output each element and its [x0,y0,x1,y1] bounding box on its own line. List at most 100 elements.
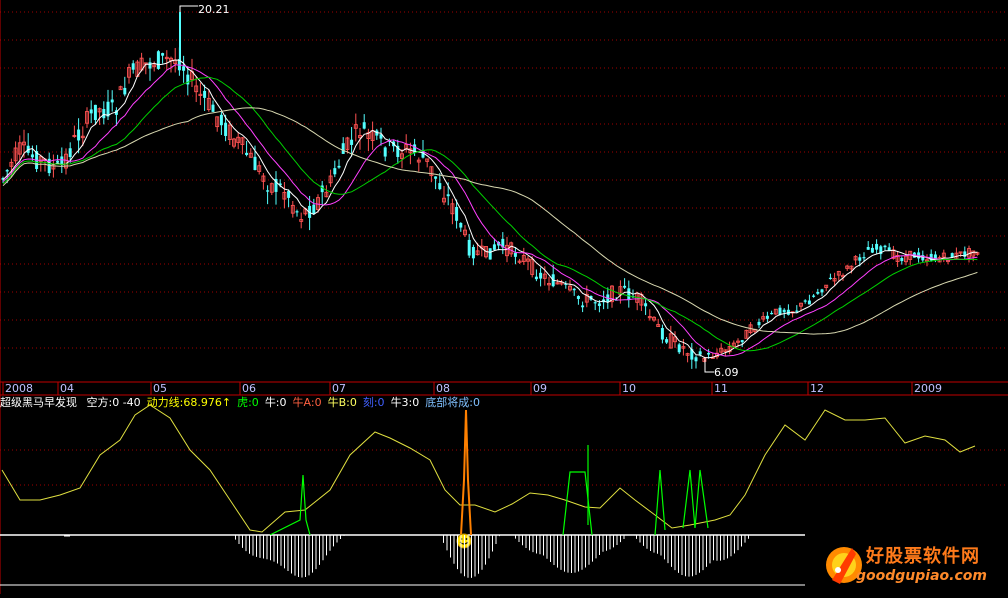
candle-body [93,104,97,121]
candle-body [534,276,538,280]
stock-chart-window: 20.21 6.09 2008 04 05 06 07 08 09 10 11 12 2009 超级… [0,0,1008,594]
candle-body [156,51,160,69]
candle-body [89,109,93,114]
candle-body [803,300,807,302]
candle-body [858,257,862,261]
candle-body [467,239,471,256]
indicator-value-5: 牛B:0 [327,396,357,409]
candle-body [807,300,811,305]
indicator-value-8: 底部将成:0 [425,396,480,409]
candle-body [778,307,782,315]
power-line [1,404,976,533]
candle-body [816,291,820,294]
candle-body [488,248,492,260]
bull-signal-pulse [654,469,666,536]
candle-body [576,296,580,299]
top-status-strip [0,0,1008,3]
candlestick-series [1,5,980,373]
candle-body [597,303,601,306]
watermark-brand-text: 好股票软件网 [866,546,980,567]
axis-label-3: 06 [242,382,256,395]
candle-body [459,222,463,228]
candle-body [224,122,228,136]
site-watermark: 好股票软件网 goodgupiao.com [822,536,1008,594]
candle-body [471,246,475,259]
candle-body [795,310,799,312]
candle-body [623,285,627,288]
candle-body [341,143,345,154]
high-pointer [179,5,198,12]
time-axis [0,0,1008,594]
candle-body [757,321,761,326]
ma-long-line [2,76,978,352]
candle-body [627,288,631,300]
candle-body [266,190,270,192]
candle-body [362,122,366,129]
candle-body [333,168,337,175]
candle-body [707,352,711,355]
candle-body [698,351,702,355]
axis-label-7: 10 [622,382,636,395]
candle-body [30,154,34,158]
indicator-values: 空方:0 -40 动力线:68.976↑ 虎:0 牛:0 牛A:0 牛B:0 刻:0 牛3:0… [87,396,486,409]
candle-body [581,305,585,308]
axis-label-6: 09 [533,382,547,395]
candle-body [434,176,438,179]
candle-body [68,148,72,158]
candle-body [110,99,114,103]
indicator-value-4: 牛A:0 [292,396,322,409]
axis-label-8: 11 [714,382,728,395]
candle-body [350,139,354,145]
chart-canvas[interactable] [0,0,1008,594]
candle-body [60,156,64,165]
candle-body [56,160,60,163]
candle-body [455,207,459,221]
ma-short-line [2,59,978,359]
indicator-title-bar: 超级黑马早发现 空方:0 -40 动力线:68.976↑ 虎:0 牛:0 牛A:0 牛B:… [0,396,492,410]
candle-body [887,247,891,251]
candle-body [875,243,879,250]
candle-body [862,257,866,259]
candle-body [77,129,81,141]
candle-body [182,66,186,71]
candle-body [593,302,597,304]
ma-mid-line [2,64,978,357]
low-price-marker: 6.09 [714,366,739,379]
axis-label-0: 2008 [5,382,33,395]
candle-body [812,295,816,297]
candle-body [782,309,786,313]
candle-body [131,63,135,70]
indicator-value-3: 牛:0 [264,396,287,409]
candle-body [446,194,450,197]
bull-signal-pulse [269,474,311,536]
candle-body [765,315,769,319]
candle-body [383,147,387,157]
axis-label-10: 2009 [914,382,942,395]
smiley-eye [465,538,468,540]
candle-body [5,170,9,172]
candle-body [770,312,774,315]
candle-body [665,339,669,343]
candle-body [870,247,874,253]
candle-body [866,246,870,250]
axis-label-4: 07 [332,382,346,395]
spike-signal [460,409,472,536]
candle-body [438,183,442,190]
watermark-url-text: goodgupiao.com [856,568,987,584]
bull-signal-pulse [682,469,709,529]
candle-body [828,277,832,279]
candle-body [148,62,152,69]
moving-average-lines [2,59,978,359]
candle-body [740,340,744,343]
candle-body [644,303,648,307]
candle-body [677,344,681,353]
candle-body [253,156,257,171]
candle-body [572,288,576,291]
candle-body [312,204,316,214]
candle-body [203,90,207,98]
candle-body [219,114,223,126]
candle-body [900,258,904,262]
candle-body [287,191,291,198]
candle-body [102,109,106,119]
indicator-name: 超级黑马早发现 [0,396,77,409]
